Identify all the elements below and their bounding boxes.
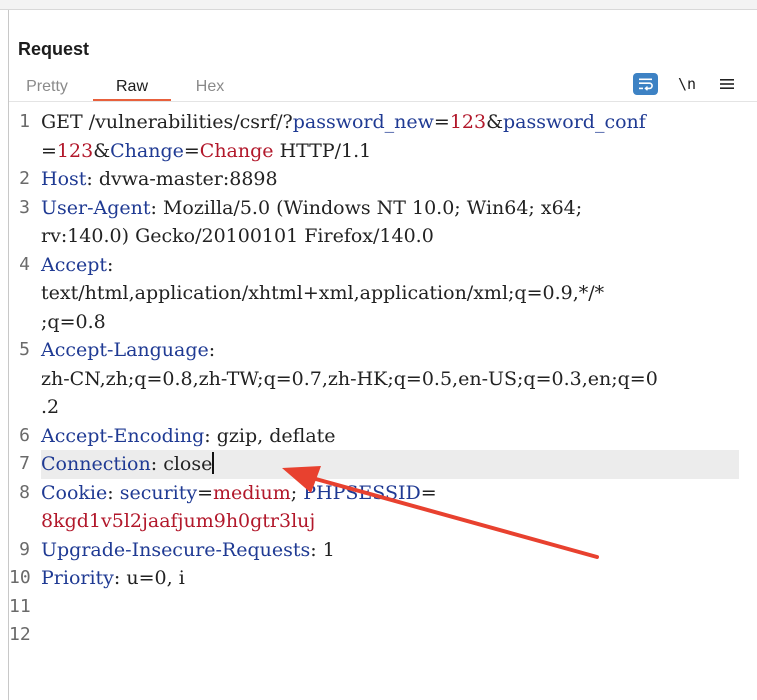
header-value: Mozilla/5.0 (Windows NT 10.0; Win64; x64… (162, 196, 583, 219)
hamburger-menu-icon (720, 79, 734, 89)
wrap-lines-icon (639, 78, 653, 91)
request-line-continued: =123&Change=Change HTTP/1.1 (41, 137, 371, 166)
tabs-divider (9, 101, 757, 102)
header-separator: : (310, 538, 323, 561)
tab-pretty[interactable]: Pretty (9, 72, 85, 100)
query-param-name: Change (110, 139, 184, 162)
cookie-equals: = (197, 481, 214, 504)
panel-title: Request (18, 39, 90, 59)
header-accept-language-continued: .2 (41, 393, 59, 422)
line-number: 7 (19, 453, 30, 474)
query-ampersand: & (486, 111, 504, 133)
header-user-agent: User-Agent: Mozilla/5.0 (Windows NT 10.0… (41, 194, 582, 223)
window-top-strip (0, 0, 757, 10)
header-upgrade-insecure-requests: Upgrade-Insecure-Requests: 1 (41, 536, 335, 565)
header-accept-continued: ;q=0.8 (41, 308, 106, 337)
wrap-lines-button[interactable] (633, 73, 658, 95)
request-line: GET /vulnerabilities/csrf/?password_new=… (41, 108, 646, 137)
cookie-equals: = (420, 481, 437, 504)
line-number: 1 (19, 111, 30, 132)
header-name: Accept (41, 253, 108, 276)
header-priority: Priority: u=0, i (41, 564, 185, 593)
header-separator: : (150, 453, 164, 475)
query-equals: = (41, 139, 57, 162)
line-number: 5 (19, 339, 30, 360)
http-method: GET (41, 111, 83, 133)
header-value: u=0, i (126, 567, 185, 589)
header-accept-language: Accept-Language: (41, 336, 215, 365)
header-value: text/html,application/xhtml+xml,applicat… (41, 282, 605, 304)
cookie-value: medium (213, 481, 291, 504)
tab-hex[interactable]: Hex (179, 72, 241, 100)
header-value: dvwa-master:8898 (98, 168, 278, 190)
header-separator: : (86, 168, 99, 190)
header-accept-encoding: Accept-Encoding: gzip, deflate (41, 422, 336, 451)
line-number: 6 (19, 424, 30, 446)
header-accept-language-continued: zh-CN,zh;q=0.8,zh-TW;q=0.7,zh-HK;q=0.5,e… (41, 365, 658, 394)
line-number: 9 (19, 538, 30, 560)
request-path: /vulnerabilities/csrf/? (88, 111, 293, 133)
header-cookie: Cookie: security=medium; PHPSESSID= (41, 479, 437, 508)
show-newlines-button[interactable]: \n (676, 73, 698, 95)
text-cursor (212, 452, 215, 474)
cookie-value: 8kgd1v5l2jaafjum9h0gtr3luj (41, 510, 316, 532)
header-name: Upgrade-Insecure-Requests (41, 538, 311, 561)
header-value: close (163, 453, 213, 475)
header-user-agent-continued: rv:140.0) Gecko/20100101 Firefox/140.0 (41, 222, 434, 251)
header-name: Host (41, 168, 87, 190)
header-name: Accept-Encoding (41, 424, 205, 447)
header-name: Priority (41, 567, 114, 589)
header-separator: : (150, 196, 163, 219)
query-param-name: password_new (292, 111, 434, 133)
line-number: 4 (19, 253, 30, 275)
editor-menu-button[interactable] (716, 73, 738, 95)
header-separator: : (113, 567, 127, 589)
line-number: 12 (9, 624, 31, 645)
line-number: 11 (9, 595, 31, 617)
query-param-name: password_conf (503, 111, 646, 133)
query-param-value: Change (199, 139, 274, 162)
header-name: Connection (41, 453, 151, 475)
header-cookie-continued: 8kgd1v5l2jaafjum9h0gtr3luj (41, 507, 315, 536)
header-connection: Connection: close (41, 450, 215, 479)
header-separator: : (107, 253, 114, 276)
header-name: Cookie (41, 481, 108, 504)
line-number: 2 (19, 168, 30, 189)
query-equals: = (433, 111, 450, 133)
query-ampersand: & (93, 139, 111, 162)
query-param-value: 123 (449, 111, 487, 133)
header-separator: : (107, 481, 120, 504)
header-accept: Accept: (41, 251, 113, 280)
header-value: 1 (322, 538, 335, 561)
line-number: 3 (19, 196, 30, 218)
cookie-name: security (119, 481, 198, 504)
header-name: User-Agent (41, 196, 151, 219)
header-value: ;q=0.8 (41, 310, 106, 333)
tab-raw[interactable]: Raw (93, 72, 171, 102)
header-separator: : (208, 339, 216, 361)
header-separator: : (204, 424, 217, 447)
header-value: gzip, deflate (216, 424, 336, 447)
header-host: Host: dvwa-master:8898 (41, 165, 278, 194)
header-value: rv:140.0) Gecko/20100101 Firefox/140.0 (41, 225, 434, 247)
query-equals: = (183, 139, 200, 162)
line-number: 10 (9, 567, 31, 588)
line-number: 8 (19, 481, 30, 503)
http-protocol: HTTP/1.1 (273, 139, 372, 162)
cookie-name: PHPSESSID (303, 481, 421, 504)
header-accept-continued: text/html,application/xhtml+xml,applicat… (41, 279, 604, 308)
query-param-value: 123 (56, 139, 94, 162)
header-value: .2 (41, 396, 60, 418)
header-value: zh-CN,zh;q=0.8,zh-TW;q=0.7,zh-HK;q=0.5,e… (41, 367, 658, 390)
header-name: Accept-Language (41, 339, 209, 361)
cookie-separator: ; (290, 481, 304, 504)
